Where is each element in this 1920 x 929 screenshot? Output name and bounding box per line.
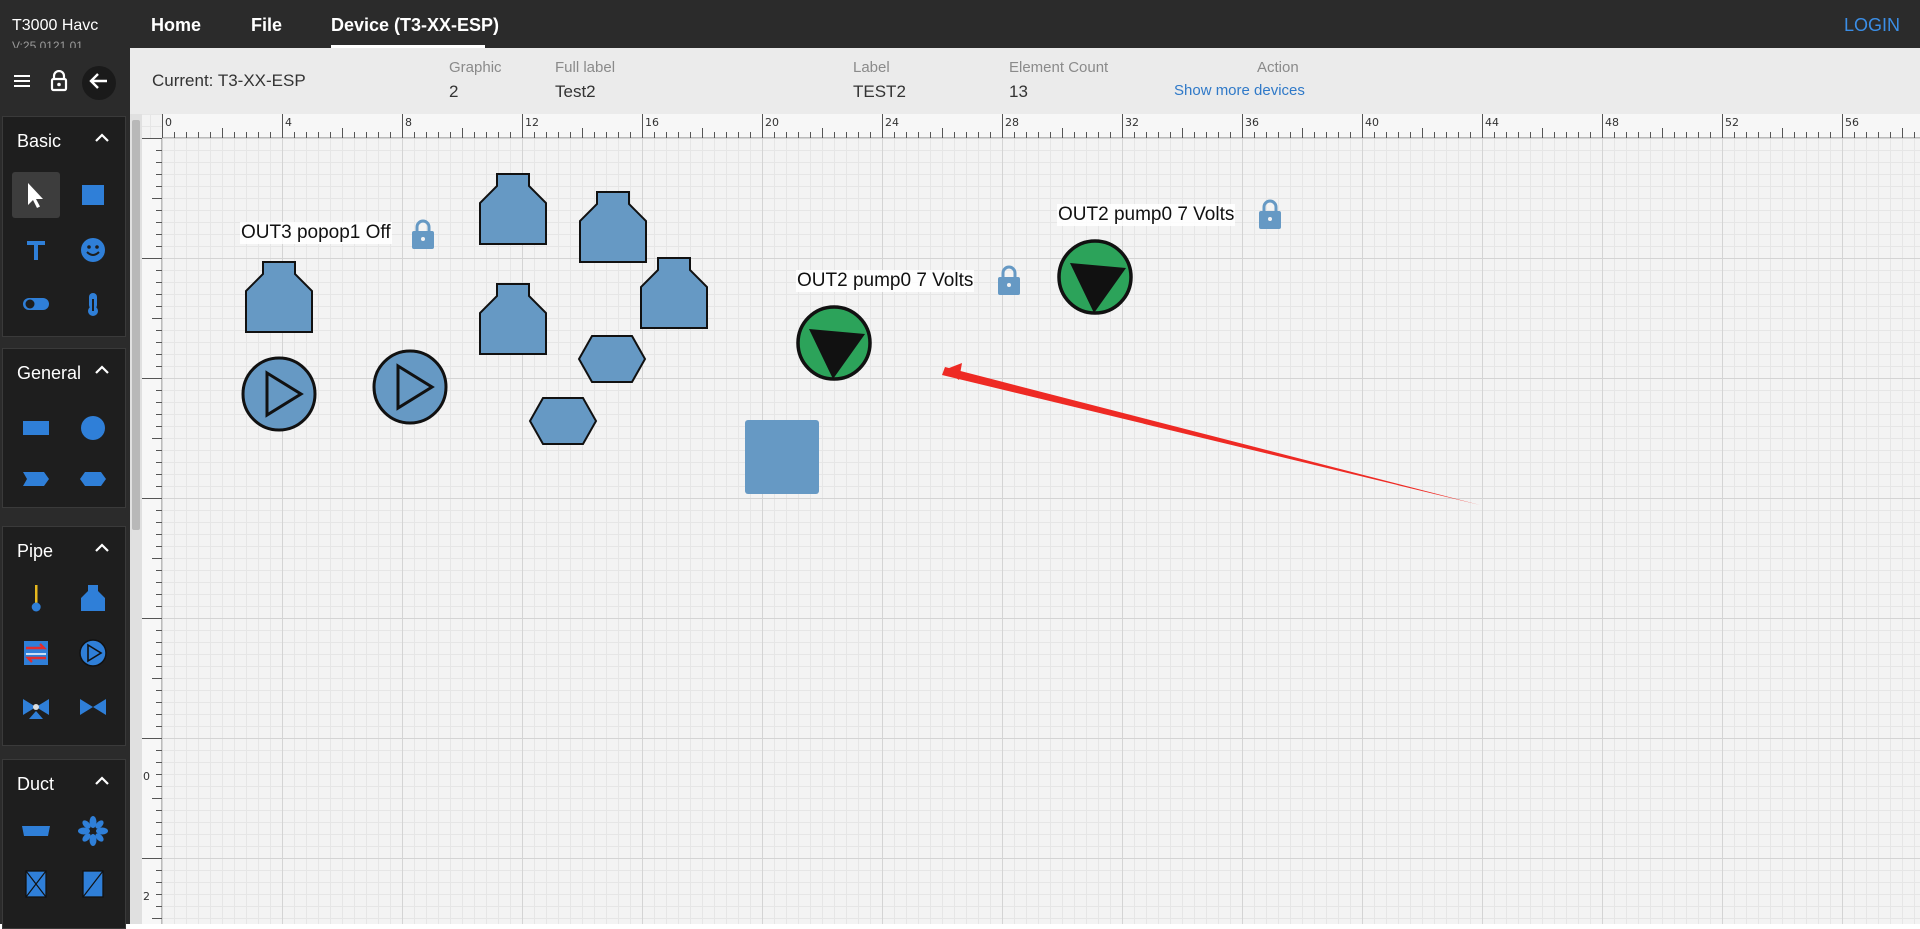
step-shape-icon[interactable] <box>12 456 60 502</box>
chevron-up-icon[interactable] <box>93 541 111 560</box>
panel-duct-title: Duct <box>17 774 55 794</box>
app-title: T3000 Havc <box>12 17 99 34</box>
current-device: Current: T3-XX-ESP <box>152 71 306 90</box>
top-bar: T3000 Havc V:25.0121.01 Home File Device… <box>0 0 1920 53</box>
full-label-value: Test2 <box>555 82 596 101</box>
red-arrow-annotation[interactable] <box>130 114 1920 924</box>
nav-home[interactable]: Home <box>151 15 201 36</box>
box-shape-icon[interactable] <box>12 405 60 451</box>
panel-general-title: General <box>17 363 82 383</box>
element-count-value: 13 <box>1009 82 1028 101</box>
shape-library-sidebar: Basic General Pipe Duct <box>0 114 130 929</box>
hexagon-shape-icon[interactable] <box>69 456 117 502</box>
graphic-value: 2 <box>449 82 459 101</box>
label-header: Label <box>853 59 890 76</box>
duct-icon[interactable] <box>12 808 60 854</box>
graphic-header: Graphic <box>449 59 502 76</box>
panel-duct: Duct <box>2 759 126 929</box>
text-icon[interactable] <box>12 227 60 273</box>
fan-icon[interactable] <box>69 808 117 854</box>
login-button[interactable]: LOGIN <box>1844 15 1900 36</box>
panel-general: General <box>2 348 126 508</box>
label-value: TEST2 <box>853 82 906 101</box>
thermometer-icon[interactable] <box>12 575 60 621</box>
circle-shape-icon[interactable] <box>69 405 117 451</box>
valve-actuator-icon[interactable] <box>12 684 60 730</box>
heat-exchanger-icon[interactable] <box>12 630 60 676</box>
nav-device[interactable]: Device (T3-XX-ESP) <box>331 15 499 36</box>
chevron-up-icon[interactable] <box>93 131 111 150</box>
nav-file[interactable]: File <box>251 15 282 36</box>
panel-basic-title: Basic <box>17 131 62 151</box>
chevron-up-icon[interactable] <box>93 363 111 382</box>
tank-icon[interactable] <box>69 575 117 621</box>
device-info-bar: Current: T3-XX-ESP Graphic 2 Full label … <box>130 48 1920 114</box>
drawing-canvas[interactable]: 0 4 8 12 16 20 24 28 32 36 40 44 48 52 5… <box>130 114 1920 924</box>
element-count-header: Element Count <box>1009 59 1109 76</box>
menu-icon[interactable] <box>9 68 35 94</box>
panel-basic: Basic <box>2 116 126 337</box>
back-arrow-icon[interactable] <box>86 68 112 94</box>
switch-icon[interactable] <box>12 281 60 327</box>
action-header: Action <box>1257 59 1299 76</box>
show-more-devices-link[interactable]: Show more devices <box>1174 82 1305 99</box>
temperature-sensor-icon[interactable] <box>69 281 117 327</box>
pump-icon[interactable] <box>69 630 117 676</box>
tool-row <box>0 48 130 114</box>
lock-icon[interactable] <box>46 68 72 94</box>
select-tool-icon[interactable] <box>12 172 60 218</box>
smiley-icon[interactable] <box>69 227 117 273</box>
damper-icon[interactable] <box>69 861 117 907</box>
chevron-up-icon[interactable] <box>93 774 111 793</box>
panel-pipe-title: Pipe <box>17 541 54 561</box>
rectangle-icon[interactable] <box>69 172 117 218</box>
filter-icon[interactable] <box>12 861 60 907</box>
butterfly-valve-icon[interactable] <box>69 684 117 730</box>
full-label-header: Full label <box>555 59 616 76</box>
panel-pipe: Pipe <box>2 526 126 746</box>
